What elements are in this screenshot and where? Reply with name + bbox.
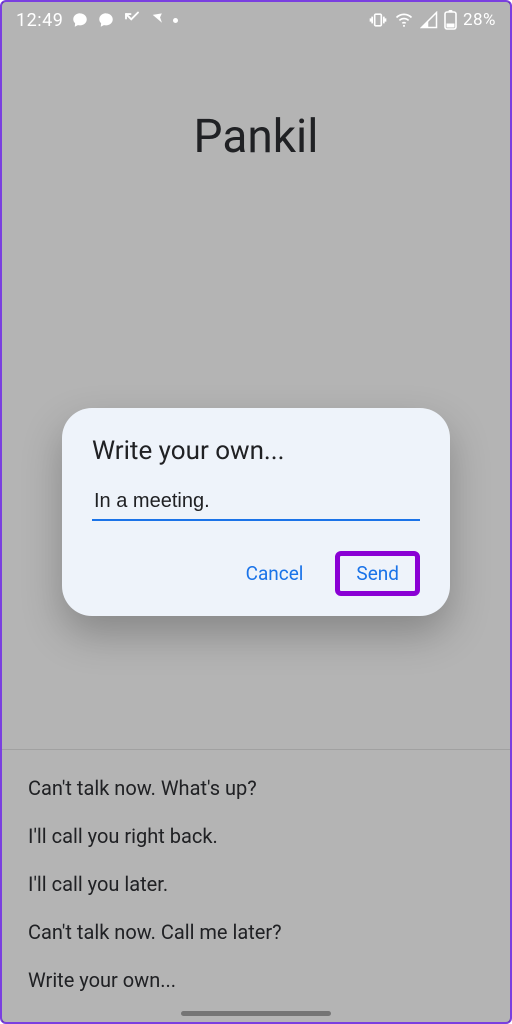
custom-message-input[interactable] [92, 486, 420, 521]
wifi-icon [394, 10, 414, 30]
signal-icon [420, 11, 438, 29]
quick-reply-item[interactable]: Can't talk now. Call me later? [28, 920, 484, 944]
chat-bubble-icon [97, 11, 115, 29]
quick-reply-item[interactable]: Write your own... [28, 968, 484, 992]
phone-screen: Pankil Can't talk now. What's up? I'll c… [0, 0, 512, 1024]
status-bar: 12:49 [2, 2, 510, 38]
dialog-title: Write your own... [92, 436, 420, 466]
cancel-button[interactable]: Cancel [232, 554, 318, 593]
send-button[interactable]: Send [335, 551, 420, 596]
more-notifications-icon [173, 18, 178, 23]
caller-name: Pankil [2, 110, 510, 164]
quick-reply-item[interactable]: Can't talk now. What's up? [28, 776, 484, 800]
dialog-actions: Cancel Send [92, 551, 420, 596]
missed-call-icon [123, 11, 141, 29]
location-icon [149, 12, 165, 28]
nav-handle[interactable] [181, 1011, 331, 1016]
vibrate-icon [368, 10, 388, 30]
write-your-own-dialog: Write your own... Cancel Send [62, 408, 450, 616]
quick-reply-item[interactable]: I'll call you later. [28, 872, 484, 896]
battery-icon [444, 10, 457, 30]
battery-percent: 28% [463, 10, 496, 30]
clock: 12:49 [16, 10, 63, 31]
quick-reply-item[interactable]: I'll call you right back. [28, 824, 484, 848]
quick-reply-list: Can't talk now. What's up? I'll call you… [2, 749, 510, 1022]
chat-bubble-icon [71, 11, 89, 29]
